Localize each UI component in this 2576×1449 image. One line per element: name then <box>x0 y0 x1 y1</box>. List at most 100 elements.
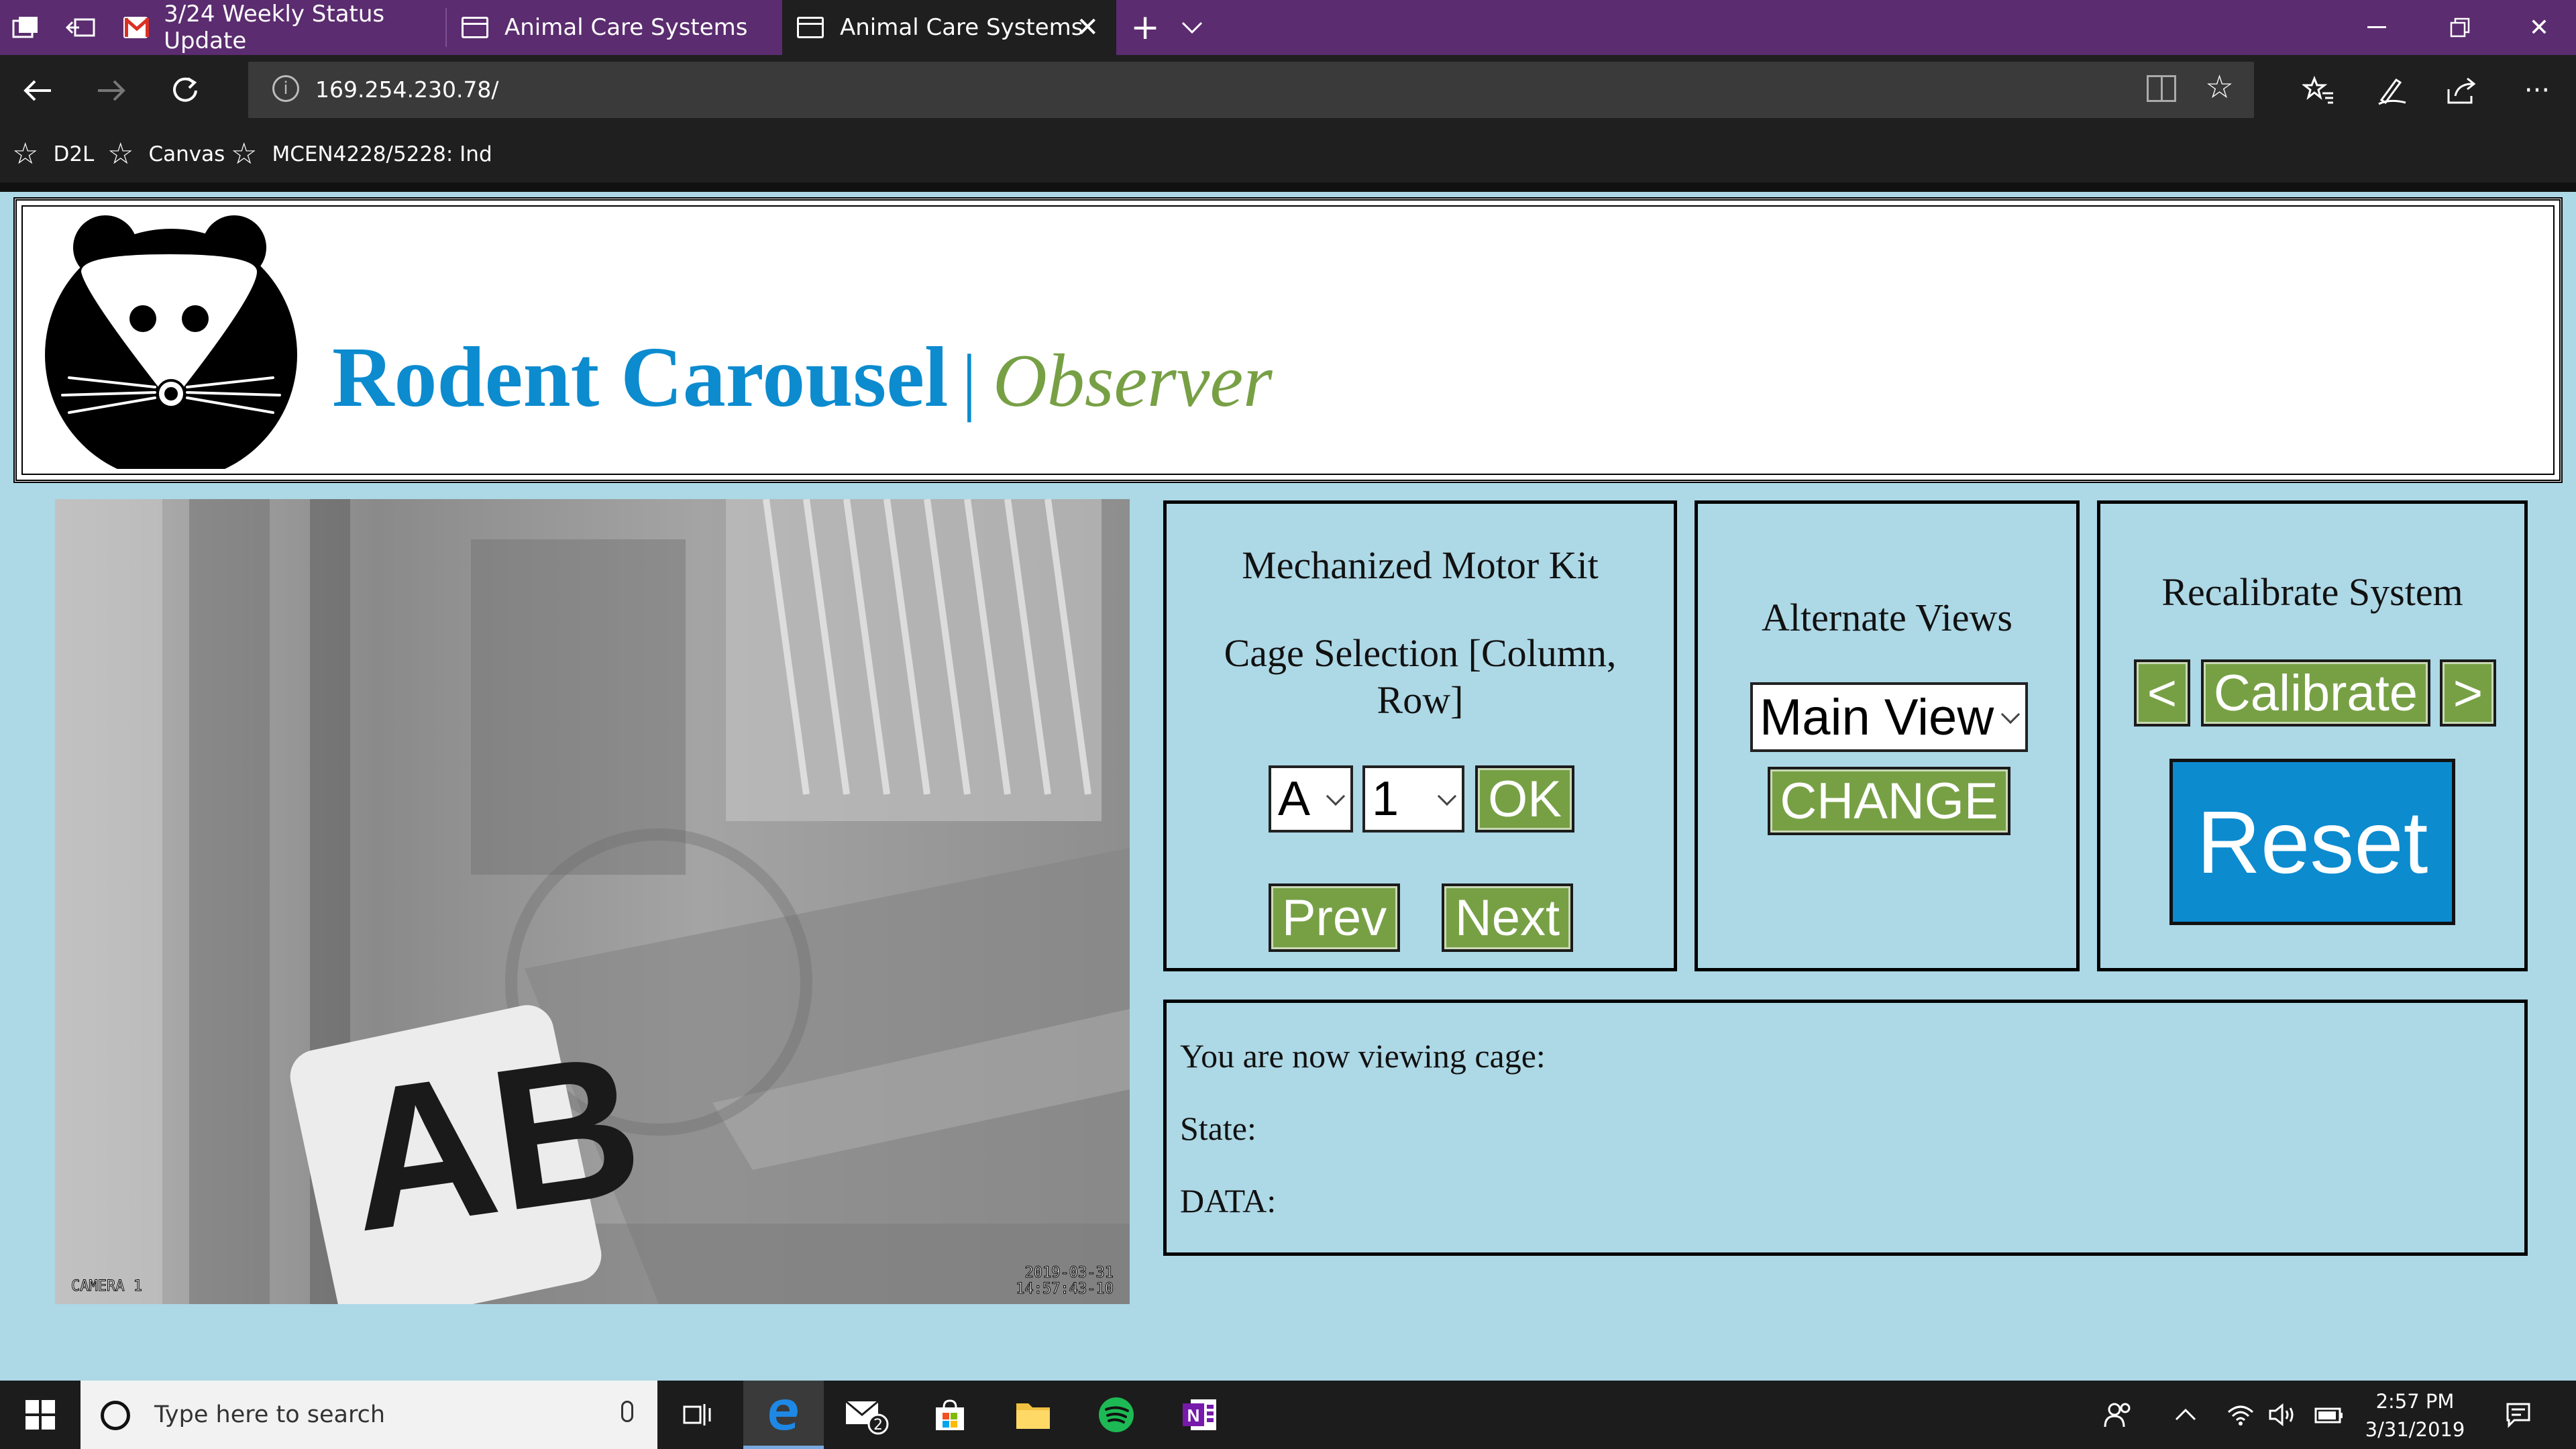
more-icon[interactable]: ··· <box>2504 55 2571 126</box>
tab-weekly-status[interactable]: 3/24 Weekly Status Update <box>114 0 444 55</box>
favorite-star-icon[interactable]: ☆ <box>2205 68 2234 106</box>
cortana-icon <box>101 1401 130 1430</box>
calibrate-right-button[interactable]: > <box>2440 659 2496 727</box>
camera-feed: AB CAMERA 1 2019-03-31 14:57:43-10 <box>55 499 1130 1304</box>
refresh-icon[interactable] <box>152 55 219 126</box>
calibrate-button[interactable]: Calibrate <box>2201 659 2430 727</box>
browser-tab-bar: 3/24 Weekly Status Update Animal Care Sy… <box>0 0 2576 55</box>
page-icon <box>462 17 488 38</box>
task-view-icon[interactable] <box>657 1381 738 1449</box>
favorites-bar: ☆ D2L ☆ Canvas ☆ MCEN4228/5228: Ind <box>0 126 2576 182</box>
windows-start-icon[interactable] <box>0 1381 80 1449</box>
onenote-icon[interactable]: N <box>1159 1381 1240 1449</box>
motor-panel: Mechanized Motor Kit Cage Selection [Col… <box>1163 500 1677 971</box>
people-icon[interactable] <box>2092 1381 2145 1449</box>
title-separator: | <box>961 339 977 423</box>
ok-button[interactable]: OK <box>1475 765 1574 833</box>
camera-date: 2019-03-31 <box>1025 1265 1114 1281</box>
viewing-cage-label: You are now viewing cage: <box>1180 1037 1546 1075</box>
action-center-icon[interactable] <box>2491 1381 2545 1449</box>
share-icon[interactable] <box>2428 55 2496 126</box>
favorite-item[interactable]: ☆ MCEN4228/5228: Ind <box>231 126 492 182</box>
camera-label: CAMERA 1 <box>71 1278 142 1295</box>
views-panel: Alternate Views Main View CHANGE <box>1695 500 2080 971</box>
microphone-icon[interactable] <box>621 1401 633 1422</box>
tab-actions-icon[interactable] <box>0 0 51 55</box>
favorite-label: Canvas <box>148 142 225 166</box>
cage-selection-label: Cage Selection [Column, Row] <box>1224 631 1617 722</box>
row-value: 1 <box>1372 772 1399 826</box>
favorite-item[interactable]: ☆ D2L <box>12 126 94 182</box>
battery-icon[interactable] <box>2302 1381 2356 1449</box>
svg-text:N: N <box>1187 1405 1200 1426</box>
clock-time: 2:57 PM <box>2375 1390 2455 1413</box>
camera-time: 14:57:43-10 <box>1016 1281 1114 1297</box>
site-header: Rodent Carousel | Observer <box>13 197 2563 483</box>
set-aside-tabs-icon[interactable] <box>54 0 107 55</box>
motor-panel-title: Mechanized Motor Kit <box>1242 543 1599 587</box>
url-text[interactable]: 169.254.230.78/ <box>315 62 499 118</box>
close-window-icon[interactable]: ✕ <box>2502 0 2576 55</box>
close-tab-icon[interactable]: ✕ <box>1076 12 1099 43</box>
mail-taskbar-icon[interactable]: 2 <box>826 1381 907 1449</box>
pen-icon[interactable] <box>2359 55 2426 126</box>
rodent-logo <box>45 215 297 469</box>
edge-taskbar-icon[interactable] <box>743 1381 824 1449</box>
change-button[interactable]: CHANGE <box>1768 767 2010 835</box>
file-explorer-icon[interactable] <box>993 1381 1073 1449</box>
reset-button[interactable]: Reset <box>2169 759 2455 925</box>
views-panel-title: Alternate Views <box>1762 596 2012 639</box>
back-icon[interactable] <box>4 55 71 126</box>
star-icon: ☆ <box>12 137 39 171</box>
camera-image: AB CAMERA 1 2019-03-31 14:57:43-10 <box>55 499 1130 1304</box>
tab-label: 3/24 Weekly Status Update <box>164 1 385 54</box>
column-select[interactable]: A <box>1269 765 1353 833</box>
row-select[interactable]: 1 <box>1362 765 1464 833</box>
chrome-border <box>0 182 2576 192</box>
taskbar-search-box[interactable]: Type here to search <box>80 1381 657 1449</box>
site-title: Rodent Carousel | Observer <box>332 328 1273 427</box>
forward-icon[interactable] <box>78 55 145 126</box>
calibrate-left-button[interactable]: < <box>2134 659 2190 727</box>
address-bar[interactable]: i 169.254.230.78/ ☆ <box>248 62 2254 118</box>
tab-animal-care-1[interactable]: Animal Care Systems <box>447 0 781 55</box>
minimize-icon[interactable] <box>2340 0 2414 55</box>
favorite-item[interactable]: ☆ Canvas <box>107 126 225 182</box>
windows-taskbar: Type here to search 2 N 2:57 PM 3/31/201… <box>0 1381 2576 1449</box>
favorites-hub-icon[interactable] <box>2285 55 2352 126</box>
star-icon: ☆ <box>107 137 134 171</box>
mail-badge: 2 <box>873 1417 883 1434</box>
chevron-down-icon[interactable] <box>1169 0 1216 55</box>
prev-button[interactable]: Prev <box>1269 883 1400 952</box>
show-hidden-icons-chevron[interactable] <box>2159 1381 2212 1449</box>
cage-tag-text: AB <box>334 1010 653 1274</box>
new-tab-icon[interactable]: + <box>1122 0 1169 55</box>
chevron-down-icon <box>1437 786 1457 806</box>
calibrate-panel-title: Recalibrate System <box>2161 570 2463 614</box>
info-icon[interactable]: i <box>272 75 299 102</box>
volume-icon[interactable] <box>2255 1381 2309 1449</box>
star-icon: ☆ <box>231 137 258 171</box>
chevron-down-icon <box>1326 786 1346 806</box>
title-sub: Observer <box>992 339 1273 423</box>
data-label: DATA: <box>1180 1182 1277 1220</box>
title-main: Rodent Carousel <box>332 329 949 425</box>
reading-view-icon[interactable] <box>2147 75 2176 102</box>
next-button[interactable]: Next <box>1442 883 1573 952</box>
system-clock[interactable]: 2:57 PM 3/31/2019 <box>2361 1387 2469 1444</box>
tab-label: Animal Care Systems <box>840 14 1083 41</box>
search-placeholder: Type here to search <box>154 1401 386 1428</box>
page-icon <box>797 17 824 38</box>
browser-nav-bar: i 169.254.230.78/ ☆ ··· <box>0 55 2576 126</box>
tab-animal-care-2[interactable]: Animal Care Systems ✕ <box>782 0 1116 55</box>
favorite-label: MCEN4228/5228: Ind <box>272 142 492 166</box>
column-value: A <box>1278 772 1311 826</box>
gmail-icon <box>123 17 149 38</box>
view-value: Main View <box>1760 688 1994 746</box>
spotify-icon[interactable] <box>1076 1381 1157 1449</box>
chevron-down-icon <box>2000 704 2021 724</box>
state-label: State: <box>1180 1110 1256 1147</box>
restore-icon[interactable] <box>2423 0 2497 55</box>
view-select[interactable]: Main View <box>1750 682 2028 752</box>
store-taskbar-icon[interactable] <box>910 1381 990 1449</box>
